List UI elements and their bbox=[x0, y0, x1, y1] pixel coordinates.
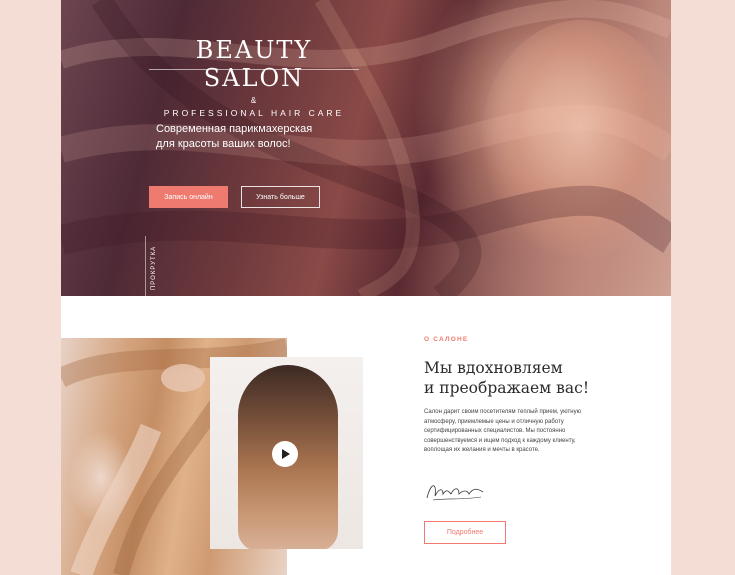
about-description: Салон дарит своим посетителям теплый при… bbox=[424, 409, 582, 453]
about-title-line2: и преображаем вас! bbox=[424, 379, 590, 397]
hero-tagline: Современная парикмахерская для красоты в… bbox=[156, 122, 356, 152]
about-title-line1: Мы вдохновляем bbox=[424, 359, 563, 377]
signature-icon bbox=[423, 478, 487, 509]
brand-ampersand: & bbox=[250, 96, 258, 105]
brand-divider bbox=[149, 69, 359, 70]
more-details-button[interactable]: Подробнее bbox=[424, 521, 506, 544]
about-section-title: Мы вдохновляем и преображаем вас! bbox=[424, 358, 624, 398]
scroll-label[interactable]: ПРОКРУТКА bbox=[151, 246, 157, 290]
scroll-indicator-line bbox=[145, 236, 146, 296]
learn-more-button[interactable]: Узнать больше bbox=[241, 186, 320, 208]
about-video-thumbnail[interactable] bbox=[210, 357, 363, 549]
play-video-button[interactable] bbox=[272, 441, 298, 467]
landing-page: BEAUTY SALON & PROFESSIONAL HAIR CARE Со… bbox=[61, 0, 671, 575]
brand-title: BEAUTY SALON bbox=[195, 36, 313, 92]
play-icon bbox=[282, 449, 290, 459]
brand-block: BEAUTY SALON & PROFESSIONAL HAIR CARE bbox=[149, 36, 359, 118]
hero-section: BEAUTY SALON & PROFESSIONAL HAIR CARE Со… bbox=[61, 0, 671, 296]
hero-tagline-line2: для красоты ваших волос! bbox=[156, 138, 291, 150]
book-online-button[interactable]: Запись онлайн bbox=[149, 186, 228, 208]
brand-subtitle: PROFESSIONAL HAIR CARE bbox=[163, 108, 345, 118]
hero-tagline-line1: Современная парикмахерская bbox=[156, 123, 313, 135]
about-section-label: О САЛОНЕ bbox=[424, 336, 469, 343]
